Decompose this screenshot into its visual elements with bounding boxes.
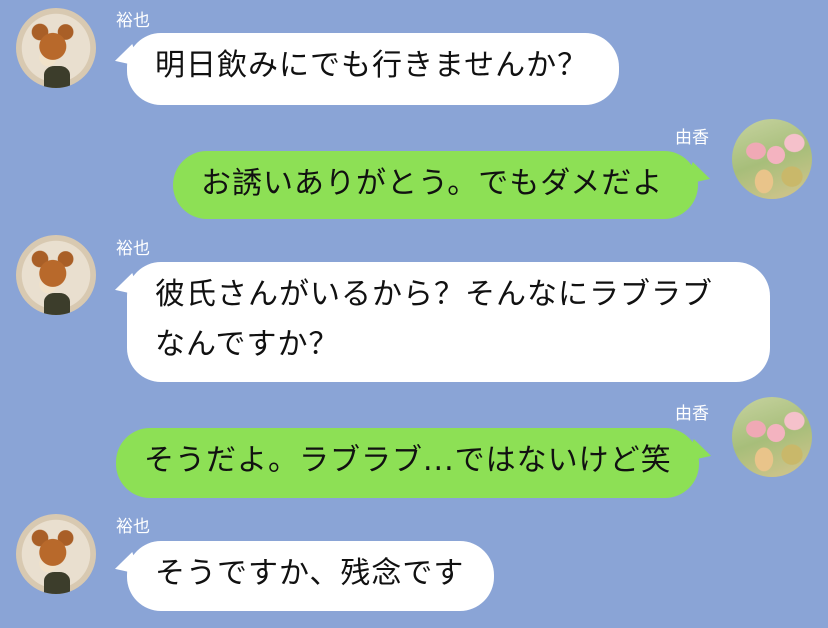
sender-name: 由香 — [675, 128, 709, 148]
message-bubble-incoming[interactable]: 彼氏さんがいるから？そんなにラブラブ なんですか？ — [127, 262, 770, 382]
message-bubble-outgoing[interactable]: お誘いありがとう。でもダメだよ — [173, 151, 698, 219]
avatar-yuya[interactable] — [16, 514, 96, 594]
message-text: そうだよ。ラブラブ...ではないけど笑 — [144, 443, 672, 478]
message-text: そうですか、残念です — [155, 556, 465, 591]
message-bubble-incoming[interactable]: 明日飲みにでも行きませんか？ — [127, 33, 619, 105]
message-text: お誘いありがとう。でもダメだよ — [201, 166, 664, 201]
message-text: 明日飲みにでも行きませんか？ — [155, 48, 589, 83]
avatar-yuka[interactable] — [732, 397, 812, 477]
sender-name: 裕也 — [116, 517, 150, 537]
message-text-line: 彼氏さんがいるから？そんなにラブラブ — [155, 277, 713, 312]
sender-name: 裕也 — [116, 11, 150, 31]
message-bubble-incoming[interactable]: そうですか、残念です — [127, 541, 494, 611]
sender-name: 由香 — [675, 404, 709, 424]
sender-name: 裕也 — [116, 239, 150, 259]
avatar-yuka[interactable] — [732, 119, 812, 199]
message-text-line: なんですか？ — [155, 327, 340, 362]
message-bubble-outgoing[interactable]: そうだよ。ラブラブ...ではないけど笑 — [116, 428, 699, 498]
avatar-yuya[interactable] — [16, 235, 96, 315]
avatar-yuya[interactable] — [16, 8, 96, 88]
